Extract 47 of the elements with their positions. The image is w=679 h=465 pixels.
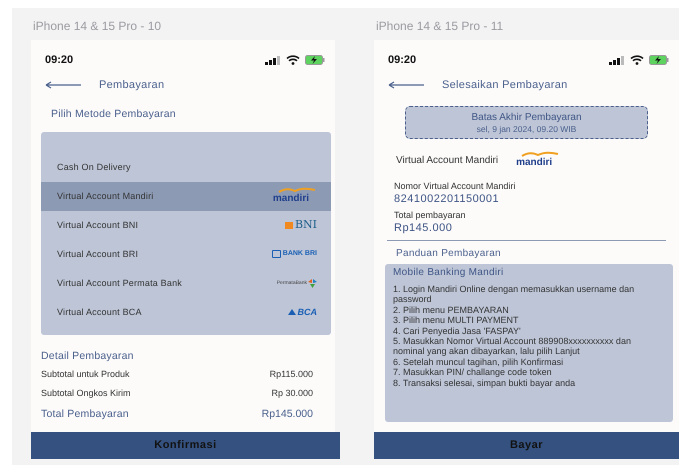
status-time: 09:20 [45,53,74,68]
guide-step: 8. Transaksi selesai, simpan bukti bayar anda [393,378,645,388]
total-label: Total pembayaran [393,209,467,221]
back-arrow-icon[interactable] [388,80,424,89]
wifi-icon [630,55,644,66]
frame-label: iPhone 14 & 15 Pro - 10 [32,18,162,35]
page-title: Pembayaran [99,78,164,92]
signal-icon [609,56,625,65]
detail-label: Subtotal Ongkos Kirim [41,387,131,400]
payment-method-option[interactable]: Cash On Delivery [41,152,331,182]
guide-step: 6. Setelah muncul tagihan, pilih Konfirmasi [393,356,645,368]
bca-logo: BCA [288,306,317,319]
detail-value: Rp 30.000 [271,387,313,400]
status-time: 09:20 [388,53,416,68]
detail-label: Total Pembayaran [41,406,129,422]
guide-step: 1. Login Mandiri Online dengan memasukkan username dan password [393,284,645,305]
wifi-icon [286,55,300,66]
mandiri-logo: mandiri [272,186,317,206]
va-number: 8241002201150001 [393,192,500,206]
frame-label: iPhone 14 & 15 Pro - 11 [375,18,504,35]
detail-value: Rp115.000 [270,368,313,381]
bni-logo: BNI [284,217,317,234]
battery-charging-icon [305,55,325,66]
mandiri-logo: mandiri [516,151,560,170]
detail-label: Subtotal untuk Produk [41,368,130,380]
guide-step: 3. Pilih menu MULTI PAYMENT [393,315,645,326]
va-label: Nomor Virtual Account Mandiri [393,180,516,192]
battery-charging-icon [649,55,669,66]
guide-step: 7. Masukkan PIN/ challange code token [393,367,645,378]
payment-method-option[interactable]: Virtual Account BNI BNI [41,210,331,240]
deadline-date: sel, 9 jan 2024, 09.20 WIB [476,124,576,134]
section-title: Pilih Metode Pembayaran [50,107,177,122]
guide-step: 5. Masukkan Nomor Virtual Account 889908xxxxxxxxxx dan nominal yang akan dibayarkan, lalu pilih Lanjut [393,336,645,357]
page-title: Selesaikan Pembayaran [442,78,568,92]
deadline-title: Batas Akhir Pembayaran [471,110,582,124]
guide-step: 4. Cari Penyedia Jasa 'FASPAY' [393,326,645,336]
guide-subtitle: Mobile Banking Mandiri [393,266,505,280]
payment-method-option[interactable]: Virtual Account Mandiri mandiri [41,182,331,211]
payment-method-option[interactable]: Virtual Account BCA BCA [41,298,331,327]
signal-icon [265,56,281,65]
section-title: Detail Pembayaran [40,348,135,364]
payment-method-name: Virtual Account Mandiri [396,154,498,168]
guide-step: 2. Pilih menu PEMBAYARAN [393,304,645,316]
detail-value: Rp145.000 [262,406,313,422]
back-arrow-icon[interactable] [45,80,81,89]
total-value: Rp145.000 [393,221,454,235]
guide-title: Panduan Pembayaran [395,247,502,261]
